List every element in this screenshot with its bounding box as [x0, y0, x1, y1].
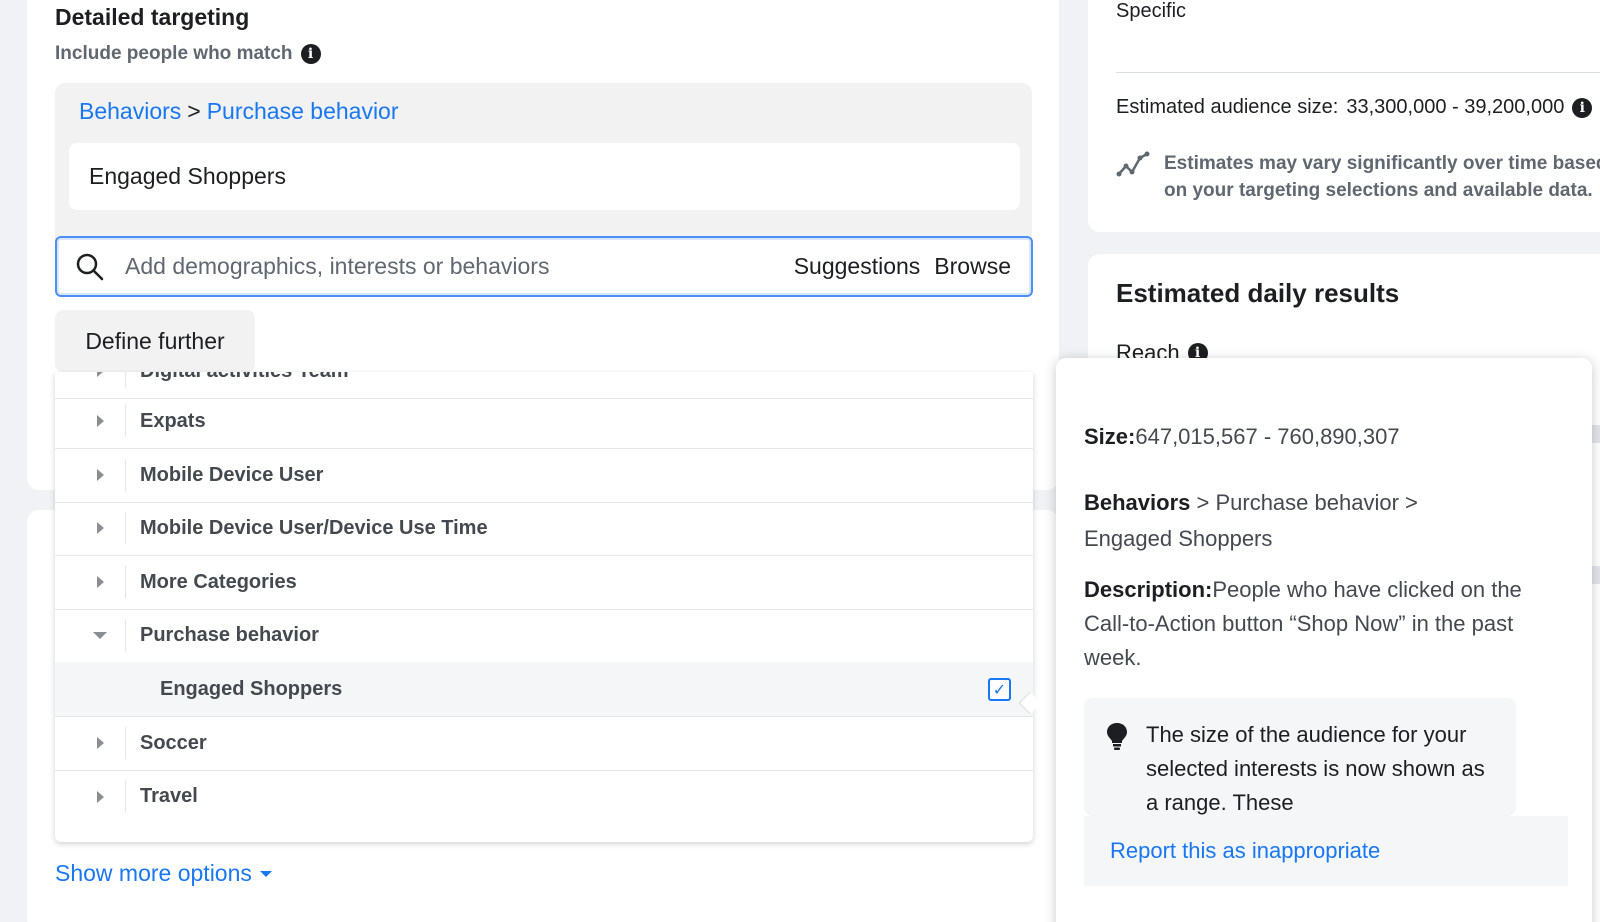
popover-size-label: Size:	[1084, 424, 1136, 449]
selected-item-chip[interactable]: Engaged Shoppers	[69, 143, 1020, 210]
search-icon	[76, 253, 104, 280]
list-item[interactable]: Expats	[55, 394, 1033, 449]
lightbulb-icon	[1107, 723, 1127, 750]
list-item-label: Mobile Device User/Device Use Time	[140, 516, 488, 539]
list-item-label: Digital activities Team	[140, 372, 349, 383]
chevron-down-icon	[259, 870, 272, 877]
audience-size-label: Estimated audience size:	[1116, 96, 1339, 118]
browse-dropdown: Digital activities Team Expats Mobile De…	[55, 372, 1033, 842]
popover-size-value: 647,015,567 - 760,890,307	[1135, 424, 1400, 449]
expand-icon	[55, 415, 125, 427]
audience-size-value: 33,300,000 - 39,200,000	[1346, 96, 1565, 118]
list-item-label: Soccer	[140, 731, 207, 754]
expand-icon	[55, 372, 125, 377]
breadcrumb-behaviors-link[interactable]: Behaviors	[79, 98, 181, 125]
section-title: Detailed targeting	[55, 4, 250, 30]
list-item-label: Purchase behavior	[140, 623, 319, 646]
list-item-label: Mobile Device User	[140, 463, 324, 486]
define-further-button[interactable]: Define further	[55, 310, 255, 372]
list-item-label: Travel	[140, 785, 198, 807]
estimate-note-text: Estimates may vary significantly over ti…	[1164, 153, 1600, 201]
show-more-options-link[interactable]: Show more options	[55, 860, 272, 887]
checkbox-checked[interactable]: ✓	[988, 678, 1011, 701]
suggestions-button[interactable]: Suggestions	[794, 253, 921, 280]
expand-icon	[55, 790, 125, 803]
list-item[interactable]: Mobile Device User	[55, 448, 1033, 503]
show-more-label: Show more options	[55, 860, 252, 886]
popover-hint: The size of the audience for your select…	[1084, 698, 1516, 816]
list-item-expanded[interactable]: Purchase behavior	[55, 608, 1033, 663]
daily-results-title: Estimated daily results	[1116, 278, 1400, 308]
expand-icon	[55, 522, 125, 534]
include-label-text: Include people who match	[55, 43, 293, 64]
targeting-search-box: Suggestions Browse	[55, 236, 1033, 297]
popover-path-root: Behaviors	[1084, 490, 1191, 515]
list-item-label: Engaged Shoppers	[160, 677, 343, 700]
list-item-label: More Categories	[140, 570, 297, 593]
breadcrumb-separator: >	[187, 98, 201, 124]
estimate-note: Estimates may vary significantly over ti…	[1116, 150, 1600, 204]
include-label: Include people who match i	[55, 43, 321, 65]
breadcrumb: Behaviors > Purchase behavior	[79, 98, 399, 125]
popover-size: Size:647,015,567 - 760,890,307	[1084, 424, 1400, 450]
estimated-audience-size: Estimated audience size: 33,300,000 - 39…	[1116, 96, 1593, 119]
list-item[interactable]: Mobile Device User/Device Use Time	[55, 501, 1033, 556]
list-item-label: Expats	[140, 409, 206, 432]
info-icon[interactable]: i	[300, 44, 321, 64]
list-item[interactable]: Travel	[55, 769, 1033, 824]
trend-icon	[1116, 151, 1150, 177]
popover-description-label: Description:	[1084, 577, 1213, 602]
list-item-child[interactable]: Engaged Shoppers ✓	[55, 662, 1033, 717]
expand-icon	[55, 576, 125, 588]
breadcrumb-purchase-behavior-link[interactable]: Purchase behavior	[207, 98, 399, 125]
divider	[1116, 72, 1600, 73]
browse-button[interactable]: Browse	[934, 253, 1011, 280]
info-icon[interactable]: i	[1572, 97, 1593, 118]
popover-path: Behaviors > Purchase behavior > Engaged …	[1084, 485, 1484, 557]
expand-icon	[55, 737, 125, 749]
popover-description: Description:People who have clicked on t…	[1084, 573, 1534, 675]
targeting-search-input[interactable]	[125, 253, 780, 280]
audience-specificity-label: Specific	[1116, 0, 1187, 22]
popover-hint-text: The size of the audience for your select…	[1146, 722, 1485, 815]
expand-icon	[55, 469, 125, 481]
list-item[interactable]: More Categories	[55, 555, 1033, 610]
collapse-icon	[55, 631, 125, 639]
report-inappropriate-link[interactable]: Report this as inappropriate	[1084, 816, 1568, 886]
list-item[interactable]: Soccer	[55, 716, 1033, 771]
